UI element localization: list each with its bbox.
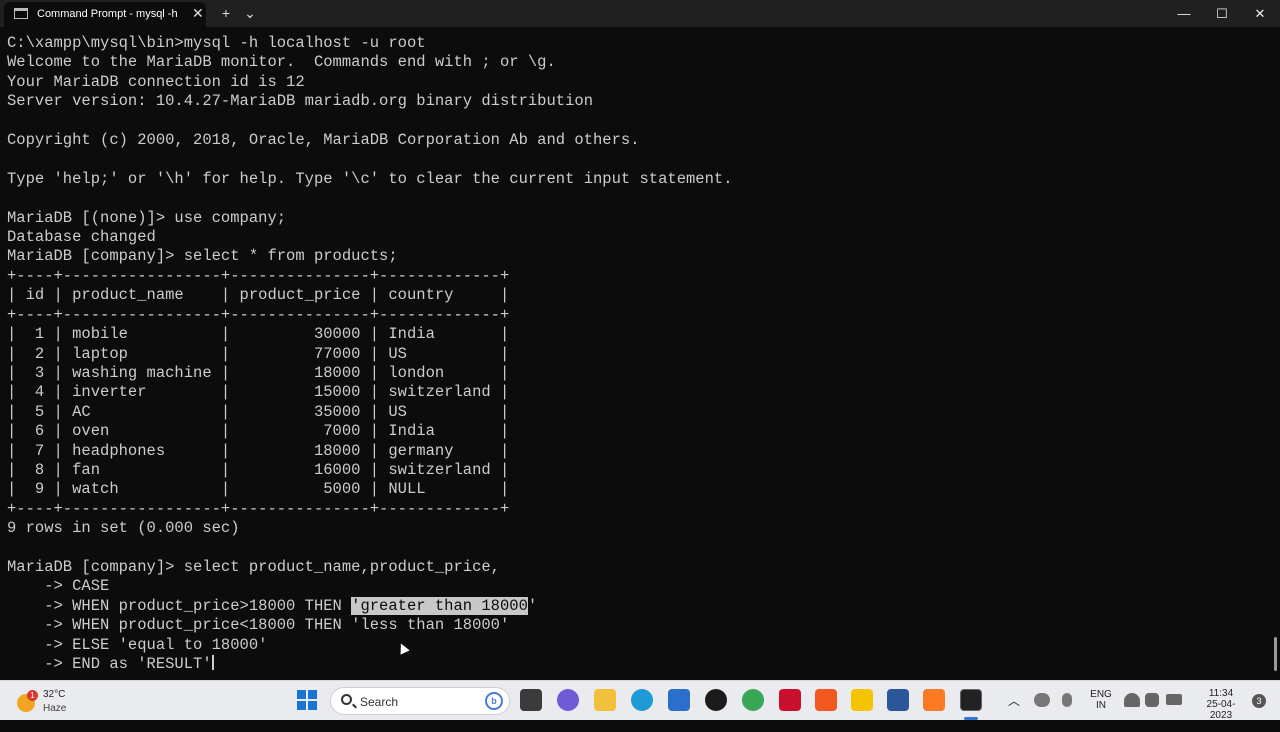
taskbar: 1 32°C Haze Search b ︿ ENG IN 11:34 25-0… <box>0 680 1280 721</box>
mcafee-icon[interactable] <box>779 689 801 711</box>
clock[interactable]: 11:34 25-04-2023 <box>1196 688 1246 728</box>
windows-logo-icon <box>297 690 306 699</box>
terminal-tab[interactable]: Command Prompt - mysql -h ✕ <box>4 2 206 27</box>
terminal-input-line[interactable]: -> END as 'RESULT' <box>7 655 211 673</box>
close-button[interactable]: ✕ <box>1240 0 1280 27</box>
terminal-line: -> CASE <box>7 577 110 596</box>
scrollbar-thumb[interactable] <box>1274 637 1277 671</box>
terminal-text: C:\xampp\mysql\bin>mysql -h localhost -u… <box>7 34 733 674</box>
title-bar: Command Prompt - mysql -h ✕ + ⌄ — ☐ ✕ <box>0 0 1280 27</box>
terminal-line: C:\xampp\mysql\bin>mysql -h localhost -u… <box>7 34 426 52</box>
terminal-line: -> WHEN product_price>18000 THEN 'greate… <box>7 596 538 615</box>
terminal-line: +----+-----------------+---------------+… <box>7 266 510 285</box>
terminal-line: Database changed <box>7 228 156 247</box>
terminal-app-icon[interactable] <box>960 689 982 711</box>
volume-icon[interactable] <box>1145 693 1159 707</box>
microsoft-store-icon[interactable] <box>668 689 690 711</box>
tray-overflow-icon[interactable]: ︿ <box>1008 692 1020 732</box>
terminal-line: Your MariaDB connection id is 12 <box>7 72 305 91</box>
onedrive-cloud-icon[interactable] <box>1034 693 1050 707</box>
new-tab-button[interactable]: + <box>216 0 236 27</box>
terminal-line: | 2 | laptop | 77000 | US | <box>7 344 510 363</box>
edge-browser-icon[interactable] <box>631 689 653 711</box>
terminal-line: | 4 | inverter | 15000 | switzerland | <box>7 383 510 402</box>
tab-title: Command Prompt - mysql -h <box>37 8 178 20</box>
terminal-line: +----+-----------------+---------------+… <box>7 499 510 518</box>
windows-logo-icon <box>297 701 306 710</box>
tab-dropdown-button[interactable]: ⌄ <box>240 0 260 27</box>
terminal-line: 9 rows in set (0.000 sec) <box>7 519 240 538</box>
clock-date: 25-04-2023 <box>1206 699 1236 721</box>
terminal-line: Type 'help;' or '\h' for help. Type '\c'… <box>7 169 733 188</box>
terminal-line: | 6 | oven | 7000 | India | <box>7 422 510 441</box>
terminal-line: MariaDB [(none)]> use company; <box>7 208 287 227</box>
sticky-notes-icon[interactable] <box>851 689 873 711</box>
terminal-output[interactable]: C:\xampp\mysql\bin>mysql -h localhost -u… <box>0 27 1280 680</box>
windows-logo-icon <box>308 701 317 710</box>
teams-chat-icon[interactable] <box>557 689 579 711</box>
terminal-line: Welcome to the MariaDB monitor. Commands… <box>7 53 556 72</box>
minimize-button[interactable]: — <box>1164 0 1204 27</box>
battery-icon[interactable] <box>1166 694 1182 705</box>
text-cursor <box>211 655 214 670</box>
language-code: ENG <box>1090 689 1112 700</box>
terminal-line: | 7 | headphones | 18000 | germany | <box>7 441 510 460</box>
weather-badge: 1 <box>27 690 38 701</box>
language-region: IN <box>1096 700 1106 711</box>
weather-condition: Haze <box>43 703 67 714</box>
tab-close-icon[interactable]: ✕ <box>192 5 204 22</box>
search-placeholder: Search <box>360 695 399 709</box>
wifi-icon[interactable] <box>1124 693 1140 707</box>
search-box[interactable]: Search b <box>330 687 510 715</box>
file-explorer-icon[interactable] <box>594 689 616 711</box>
terminal-line: | 9 | watch | 5000 | NULL | <box>7 480 510 499</box>
windows-logo-icon <box>308 690 317 699</box>
terminal-line: MariaDB [company]> select * from product… <box>7 247 398 266</box>
terminal-line: -> WHEN product_price<18000 THEN 'less t… <box>7 616 510 635</box>
terminal-line: +----+-----------------+---------------+… <box>7 305 510 324</box>
terminal-line: | 8 | fan | 16000 | switzerland | <box>7 460 510 479</box>
start-button[interactable] <box>297 690 317 710</box>
clock-time: 11:34 <box>1208 688 1234 699</box>
word-icon[interactable] <box>887 689 909 711</box>
notification-badge[interactable]: 3 <box>1252 694 1266 708</box>
dell-icon[interactable] <box>705 689 727 711</box>
microphone-icon[interactable] <box>1062 693 1072 707</box>
terminal-line: | 1 | mobile | 30000 | India | <box>7 325 510 344</box>
terminal-icon <box>14 8 28 19</box>
terminal-line: | id | product_name | product_price | co… <box>7 286 510 305</box>
terminal-text-segment: ' <box>527 596 538 615</box>
xampp-icon[interactable] <box>923 689 945 711</box>
bing-icon: b <box>485 692 503 710</box>
terminal-line: Copyright (c) 2000, 2018, Oracle, MariaD… <box>7 131 640 150</box>
terminal-line: MariaDB [company]> select product_name,p… <box>7 557 500 576</box>
chrome-icon[interactable] <box>742 689 764 711</box>
terminal-line: | 5 | AC | 35000 | US | <box>7 402 510 421</box>
weather-widget[interactable]: 1 32°C Haze <box>14 687 104 717</box>
selected-text: 'greater than 18000 <box>351 596 528 615</box>
terminal-line: | 3 | washing machine | 18000 | london | <box>7 363 510 382</box>
maximize-button[interactable]: ☐ <box>1202 0 1242 27</box>
brave-browser-icon[interactable] <box>815 689 837 711</box>
terminal-line: Server version: 10.4.27-MariaDB mariadb.… <box>7 92 593 111</box>
terminal-text-segment: -> WHEN product_price>18000 THEN <box>7 596 352 615</box>
terminal-line: -> ELSE 'equal to 18000' <box>7 635 268 654</box>
weather-temperature: 32°C <box>43 689 66 700</box>
task-view-icon[interactable] <box>520 689 542 711</box>
language-indicator[interactable]: ENG IN <box>1090 689 1112 729</box>
search-icon <box>341 694 352 705</box>
